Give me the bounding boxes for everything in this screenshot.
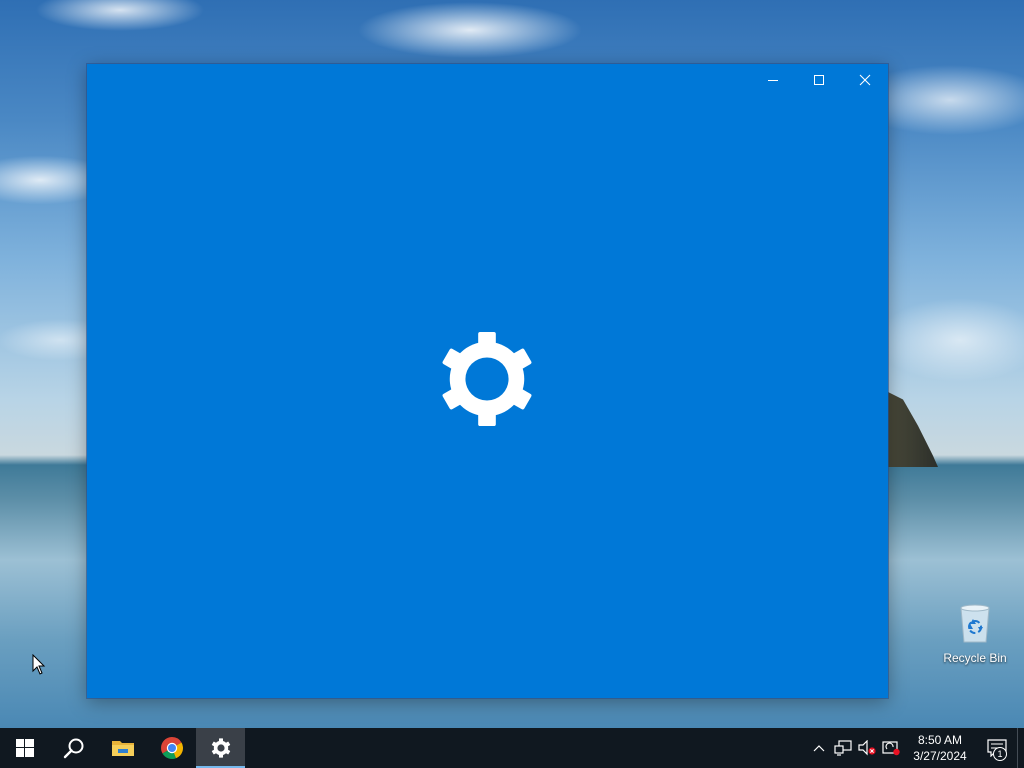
desktop: Recycle Bin 8:50 AM 3/27/2024 1: [0, 0, 1024, 768]
minimize-icon: [768, 80, 778, 81]
taskbar-chrome[interactable]: [147, 728, 196, 768]
chrome-icon: [160, 737, 183, 760]
wallpaper-rock: [888, 392, 938, 467]
volume-button[interactable]: [855, 728, 879, 768]
folder-icon: [111, 741, 134, 756]
window-controls: [750, 64, 888, 96]
search-button[interactable]: [49, 728, 98, 768]
update-alert-icon: [882, 741, 900, 756]
windows-logo-icon: [15, 739, 34, 757]
gear-icon: [442, 331, 532, 427]
taskbar-clock[interactable]: 8:50 AM 3/27/2024: [903, 732, 977, 764]
taskbar-settings[interactable]: [196, 728, 245, 768]
search-icon: [63, 738, 83, 759]
notification-count-badge: 1: [993, 747, 1007, 761]
volume-muted-icon: [858, 740, 876, 756]
minimize-button[interactable]: [750, 64, 796, 96]
maximize-button[interactable]: [796, 64, 842, 96]
close-button[interactable]: [842, 64, 888, 96]
clock-date: 3/27/2024: [913, 749, 967, 763]
clock-time: 8:50 AM: [917, 733, 963, 747]
taskbar-file-explorer[interactable]: [98, 728, 147, 768]
action-center-button[interactable]: 1: [977, 728, 1017, 768]
show-desktop-button[interactable]: [1017, 728, 1024, 768]
network-button[interactable]: [831, 728, 855, 768]
maximize-icon: [814, 75, 824, 85]
desktop-icon-recycle-bin[interactable]: Recycle Bin: [940, 600, 1010, 665]
mouse-cursor-icon: [32, 654, 46, 675]
taskbar: 8:50 AM 3/27/2024 1: [0, 728, 1024, 768]
settings-window[interactable]: [87, 64, 888, 698]
system-tray: 8:50 AM 3/27/2024 1: [807, 728, 1024, 768]
close-icon: [859, 74, 871, 86]
recycle-bin-icon: [960, 604, 990, 643]
chevron-up-icon: [813, 745, 825, 752]
show-hidden-icons-button[interactable]: [807, 728, 831, 768]
recycle-bin-label: Recycle Bin: [943, 651, 1007, 665]
start-button[interactable]: [0, 728, 49, 768]
network-icon: [834, 740, 852, 756]
gear-icon: [211, 738, 230, 758]
update-status-button[interactable]: [879, 728, 903, 768]
